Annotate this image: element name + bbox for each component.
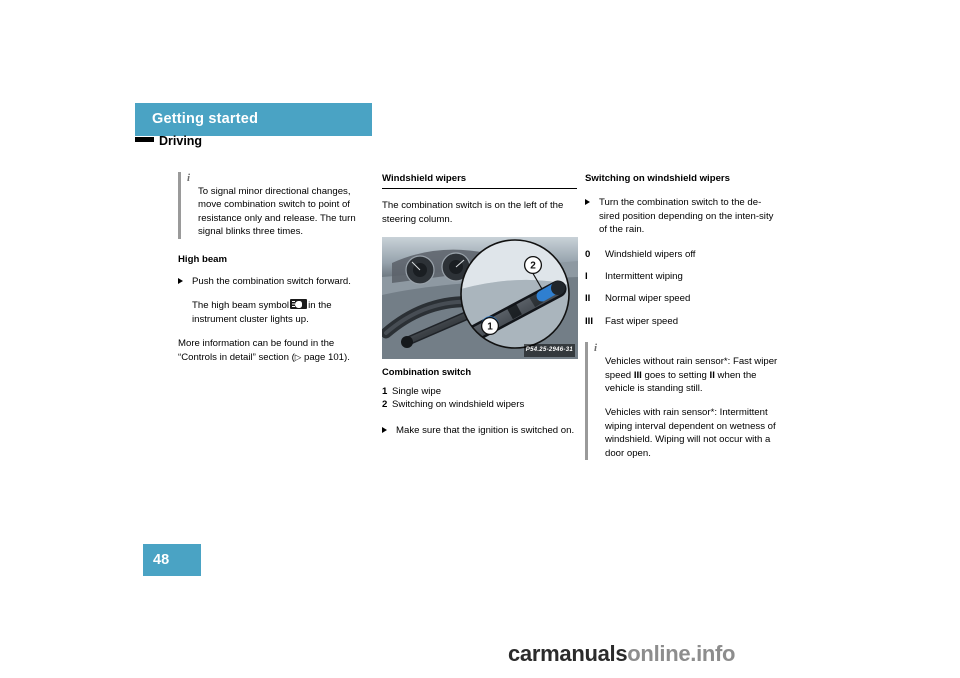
page-ref-text: page 101).	[304, 351, 350, 363]
setting-row-1: I Intermittent wiping	[585, 270, 780, 283]
high-beam-text-pre: The high beam symbol	[192, 300, 290, 312]
page-number: 48	[153, 552, 170, 568]
note-setting-iii: III	[633, 369, 642, 381]
legend-label: Switching on windshield wipers	[392, 399, 525, 411]
note-box-rain-sensor: i Vehicles without rain sensor*: Fast wi…	[585, 342, 780, 461]
svg-text:1: 1	[487, 322, 493, 333]
heading-combination-switch: Combination switch	[382, 366, 472, 378]
heading-windshield-wipers: Windshield wipers	[382, 172, 577, 190]
legend-number: 2	[382, 399, 388, 411]
setting-desc: Intermittent wiping	[605, 271, 683, 283]
setting-row-2: II Normal wiper speed	[585, 292, 780, 305]
note-text-a: Vehicles without rain sensor	[605, 356, 724, 368]
page-number-block: 48	[143, 544, 201, 576]
note-box-turn-signal: i To signal minor directional changes, m…	[178, 172, 368, 239]
setting-desc: Fast wiper speed	[605, 315, 679, 327]
legend-item-1: 1 Single wipe	[382, 385, 577, 398]
setting-row-0: 0 Windshield wipers off	[585, 248, 780, 261]
svg-text:2: 2	[530, 261, 536, 272]
legend-label: Single wipe	[392, 385, 442, 397]
note-text-d: goes to setting	[641, 369, 710, 381]
bullet-triangle-icon	[382, 427, 387, 434]
setting-row-3: III Fast wiper speed	[585, 315, 780, 328]
figure-combination-switch: 1 2 P54.25-2946-31	[382, 237, 578, 360]
info-icon: i	[594, 342, 598, 355]
bullet-text: Push the combination switch forward.	[192, 276, 351, 288]
heading-switching-on-wipers: Switching on windshield wipers	[585, 173, 730, 184]
wiper-settings-list: 0 Windshield wipers off I Intermittent w…	[585, 248, 780, 329]
column-left: i To signal minor directional changes, m…	[178, 172, 368, 376]
setting-term: I	[585, 271, 588, 283]
subtitle-dash	[135, 137, 154, 142]
figure-code-label: P54.25-2946-31	[523, 343, 575, 358]
more-info-paragraph: More information can be found in the “Co…	[178, 337, 368, 365]
setting-desc: Normal wiper speed	[605, 293, 691, 305]
note2-text-a: Vehicles with rain sensor	[605, 407, 711, 419]
column-right: Switching on windshield wipers Turn the …	[585, 172, 780, 474]
high-beam-symbol-icon	[290, 299, 308, 310]
info-icon: i	[187, 172, 191, 184]
setting-term: 0	[585, 248, 591, 260]
figure-illustration: 1 2	[382, 237, 578, 360]
high-beam-symbol-paragraph: The high beam symbol in the instrument cl…	[178, 299, 368, 326]
legend-item-2: 2 Switching on windshield wipers	[382, 398, 577, 411]
note-paragraph-1: Vehicles without rain sensor*: Fast wipe…	[605, 355, 780, 395]
bullet-text: Turn the combination switch to the de-si…	[599, 197, 774, 236]
watermark-dark: carmanuals	[508, 641, 628, 666]
bullet-triangle-icon	[178, 278, 183, 285]
page-subtitle: Driving	[159, 134, 203, 148]
intro-paragraph: The combination switch is on the left of…	[382, 200, 564, 225]
note-paragraph-2: Vehicles with rain sensor*: Intermittent…	[605, 406, 780, 460]
column-middle: Windshield wipers The combination switch…	[382, 172, 578, 449]
setting-desc: Windshield wipers off	[605, 248, 696, 260]
bullet-turn-switch: Turn the combination switch to the de-si…	[585, 196, 780, 236]
bullet-text: Make sure that the ignition is switched …	[396, 425, 575, 437]
legend-number: 1	[382, 385, 388, 397]
page-header-banner: Getting started	[135, 103, 372, 136]
bullet-triangle-icon	[585, 199, 590, 206]
note-text: To signal minor directional changes, mov…	[198, 186, 356, 238]
bullet-ignition: Make sure that the ignition is switched …	[382, 424, 577, 437]
bullet-push-switch: Push the combination switch forward.	[178, 275, 368, 288]
note-side-bar	[585, 342, 588, 461]
note-side-bar	[178, 172, 181, 239]
page-title: Getting started	[152, 111, 259, 127]
setting-term: II	[585, 293, 591, 305]
setting-term: III	[585, 315, 593, 327]
watermark: carmanualsonline.info	[508, 641, 736, 667]
combination-switch-legend: 1 Single wipe 2 Switching on windshield …	[382, 385, 577, 412]
page-ref-arrow-icon: ▷	[294, 352, 302, 363]
watermark-light: online.info	[627, 641, 736, 666]
heading-high-beam: High beam	[178, 253, 228, 265]
